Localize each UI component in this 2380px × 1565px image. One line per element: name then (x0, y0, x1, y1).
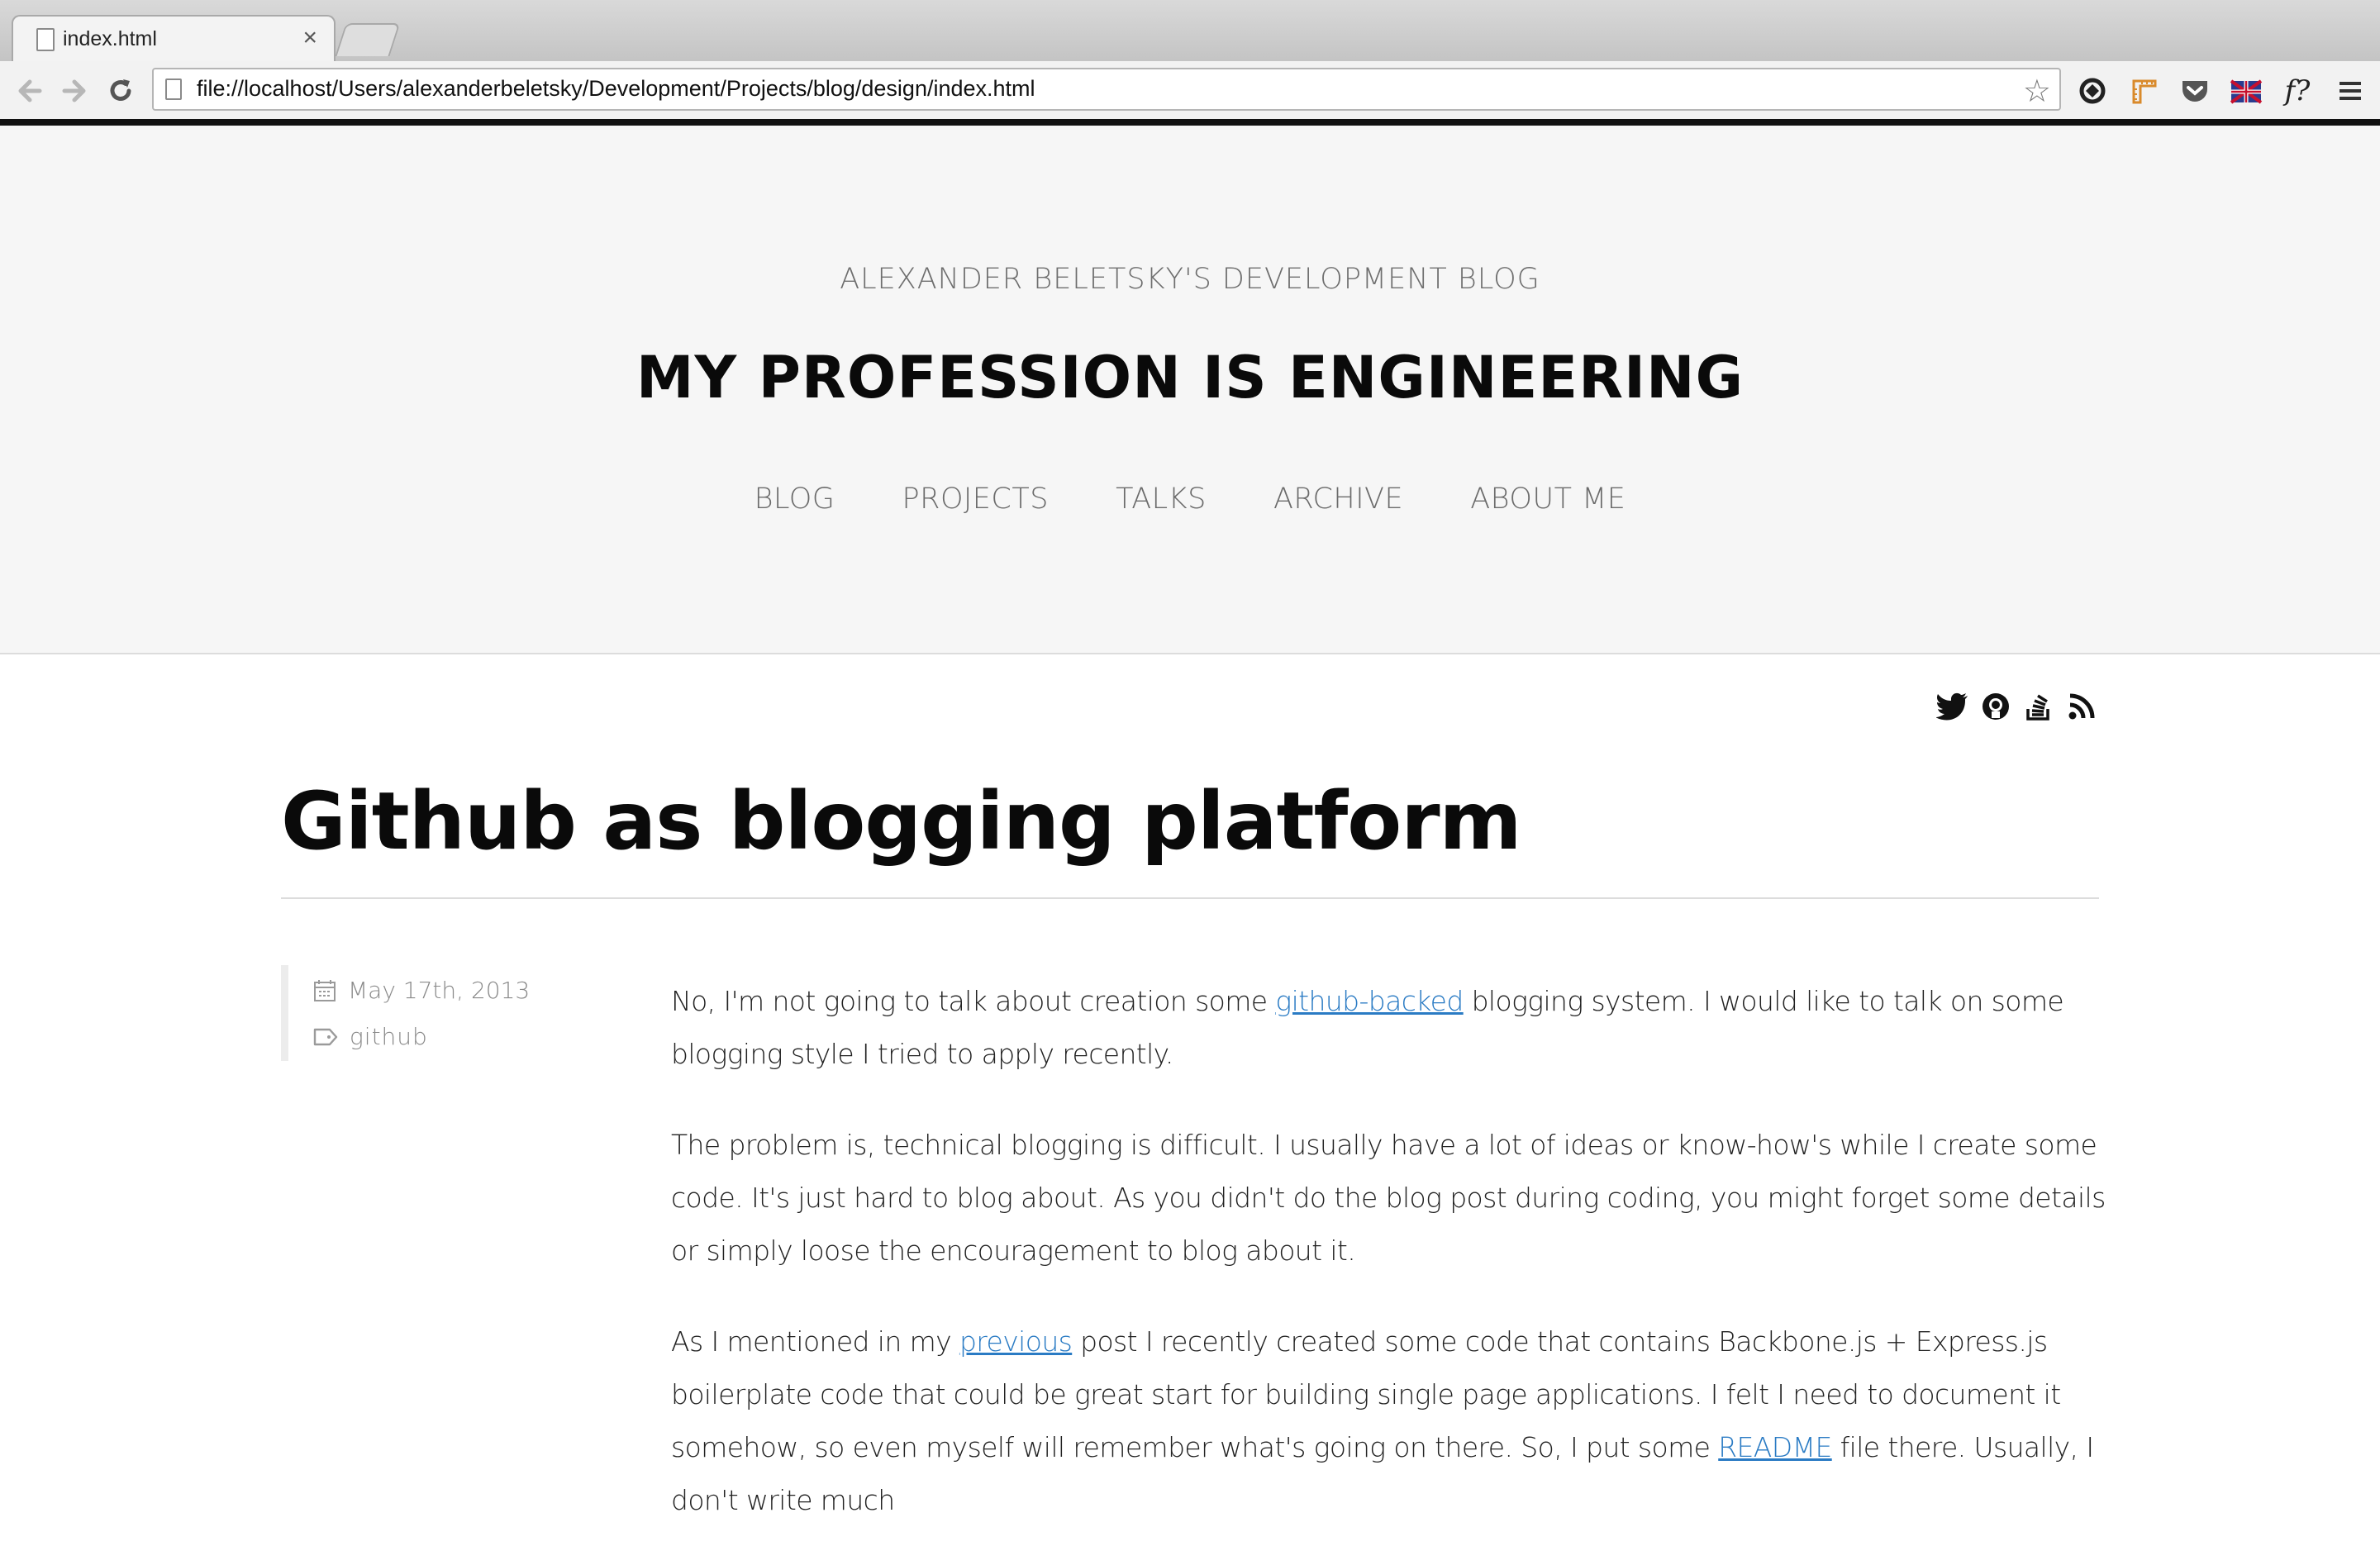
post-tag-row: github (313, 1023, 428, 1050)
address-bar[interactable]: file://localhost/Users/alexanderbeletsky… (152, 68, 2061, 111)
back-button[interactable] (12, 73, 48, 109)
post-paragraph-3: As I mentioned in my previous post I rec… (671, 1325, 2094, 1516)
ruler-icon[interactable] (2124, 71, 2163, 111)
twitter-icon[interactable] (1935, 689, 1970, 724)
back-arrow-icon (18, 79, 42, 102)
fontface-icon[interactable]: f? (2278, 71, 2317, 111)
sync-icon[interactable] (2073, 71, 2112, 111)
post-meta: May 17th, 2013 github (281, 965, 612, 1061)
url-text[interactable]: file://localhost/Users/alexanderbeletsky… (197, 76, 1035, 102)
post-tag-link[interactable]: github (350, 1023, 428, 1050)
forward-arrow-icon (62, 79, 86, 102)
post-date: May 17th, 2013 (348, 977, 531, 1004)
stackoverflow-icon[interactable] (2021, 689, 2056, 724)
nav-blog[interactable]: BLOG (754, 483, 835, 516)
reload-button[interactable] (102, 73, 139, 109)
readme-link[interactable]: README (1718, 1431, 1832, 1463)
site-subtitle: ALEXANDER BELETSKY'S DEVELOPMENT BLOG (840, 263, 1540, 296)
social-links (1934, 689, 2099, 725)
github-icon[interactable] (1978, 689, 2013, 724)
calendar-icon (314, 979, 336, 1001)
bookmark-star-icon[interactable]: ☆ (2023, 73, 2051, 109)
site-header: ALEXANDER BELETSKY'S DEVELOPMENT BLOG MY… (0, 126, 2380, 654)
main-nav: BLOG PROJECTS TALKS ARCHIVE ABOUT ME (0, 483, 2380, 516)
nav-about-me[interactable]: ABOUT ME (1470, 483, 1626, 516)
flag-icon[interactable] (2226, 71, 2266, 111)
previous-post-link[interactable]: previous (959, 1325, 1073, 1358)
rss-icon[interactable] (2064, 689, 2099, 724)
post-date-row: May 17th, 2013 (313, 977, 530, 1004)
reload-icon (110, 79, 131, 101)
post-paragraph-1: No, I'm not going to talk about creation… (671, 985, 2064, 1070)
tag-icon (313, 1028, 338, 1045)
page-icon (165, 78, 182, 100)
browser-tabstrip: index.html × (0, 0, 2380, 63)
site-title[interactable]: MY PROFESSION IS ENGINEERING (0, 344, 2380, 411)
forward-button[interactable] (56, 73, 93, 109)
tab-close-button[interactable]: × (302, 24, 317, 52)
tab-title: index.html (63, 27, 157, 50)
nav-projects[interactable]: PROJECTS (902, 483, 1049, 516)
post-body: No, I'm not going to talk about creation… (671, 975, 2109, 1565)
pocket-icon[interactable] (2175, 71, 2215, 111)
github-backed-link[interactable]: github-backed (1275, 985, 1464, 1017)
nav-archive[interactable]: ARCHIVE (1273, 483, 1403, 516)
menu-icon[interactable] (2330, 71, 2370, 111)
post-title[interactable]: Github as blogging platform (281, 775, 1522, 868)
browser-tab[interactable]: index.html × (12, 15, 336, 63)
browser-toolbar: file://localhost/Users/alexanderbeletsky… (0, 61, 2380, 126)
new-tab-button[interactable] (335, 23, 401, 56)
title-divider (281, 897, 2099, 899)
post-paragraph-2: The problem is, technical blogging is di… (671, 1129, 2106, 1267)
nav-talks[interactable]: TALKS (1116, 483, 1207, 516)
page-icon (36, 28, 55, 51)
